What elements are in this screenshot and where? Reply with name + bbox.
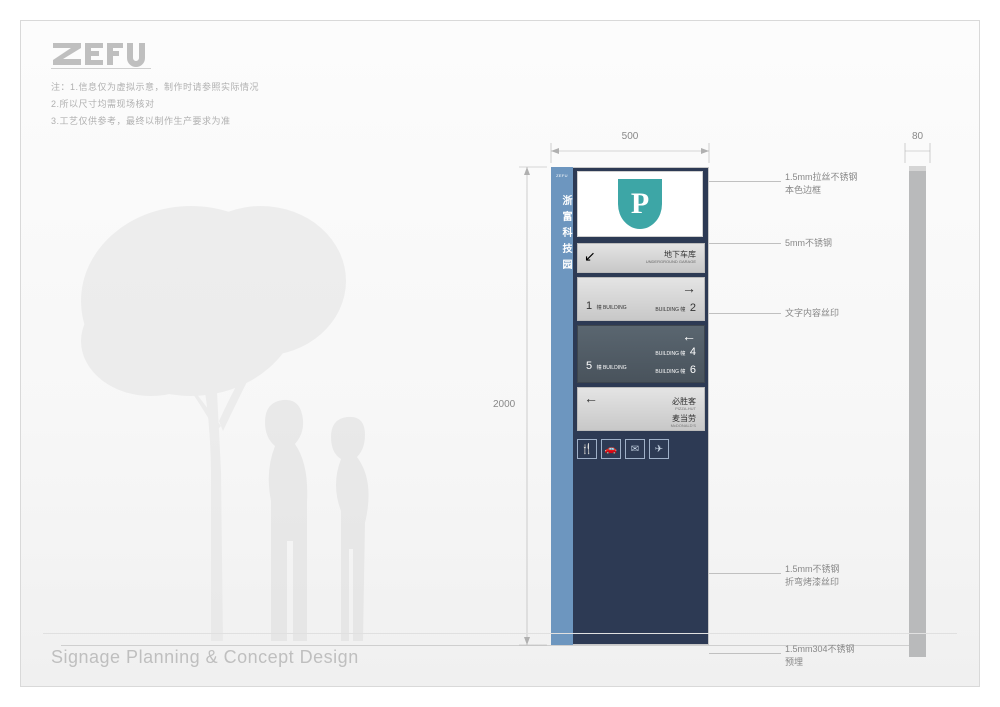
sideview-post	[909, 171, 926, 657]
arrow-icon: ↙	[584, 248, 596, 265]
leader-line	[709, 313, 781, 314]
note-line: 注：1.信息仅为虚拟示意，制作时请参照实际情况	[51, 79, 259, 96]
leader-line	[709, 573, 781, 574]
leader-line	[709, 653, 781, 654]
scene-silhouette	[61, 171, 481, 641]
slab-b4-b5-b6: ← BUILDING 幢 4 5 幢 BUILDING BUILDING 幢 6	[577, 325, 705, 383]
brand-mini: ZEFU	[554, 173, 570, 178]
callout-frame: 1.5mm拉丝不锈钢 本色边框	[785, 171, 858, 196]
leader-line	[709, 181, 781, 182]
arrow-icon: →	[682, 280, 696, 296]
dimension-width-label: 500	[551, 131, 709, 142]
note-line: 2.所以尺寸均需现场核对	[51, 96, 259, 113]
amenity-icons: 🍴 🚗 ✉ ✈	[577, 439, 705, 459]
footer-title: Signage Planning & Concept Design	[51, 647, 359, 668]
slab-garage: ↙ 地下车库 UNDERGROUND GARAGE	[577, 243, 705, 273]
restaurant-icon: 🍴	[577, 439, 597, 459]
dimension-height: 2000	[499, 167, 539, 645]
sign-left-bar: ZEFU 浙富科技园	[551, 167, 573, 645]
dimension-depth: 80	[905, 129, 930, 157]
dimension-width: 500	[551, 129, 709, 157]
sign-vertical-title: 浙富科技园	[551, 195, 573, 275]
mail-icon: ✉	[625, 439, 645, 459]
parking-panel: P	[577, 171, 703, 237]
dimension-height-label: 2000	[493, 399, 515, 410]
signboard: ZEFU 浙富科技园 P ↙ 地下车库 UNDERGROUND GARAGE →…	[551, 167, 709, 645]
page: 注：1.信息仅为虚拟示意，制作时请参照实际情况 2.所以尺寸均需现场核对 3.工…	[20, 20, 980, 687]
callout-steel: 5mm不锈钢	[785, 237, 832, 250]
callout-silkprint: 文字内容丝印	[785, 307, 839, 320]
notes-block: 注：1.信息仅为虚拟示意，制作时请参照实际情况 2.所以尺寸均需现场核对 3.工…	[51, 79, 259, 130]
brand-logo	[51, 35, 181, 69]
note-line: 3.工艺仅供参考，最终以制作生产要求为准	[51, 113, 259, 130]
slab-restaurants: ← 必胜客 PIZZA-HUT 麦当劳 McDONALD'S	[577, 387, 705, 431]
car-icon: 🚗	[601, 439, 621, 459]
slab-b1-b2: → 1 幢 BUILDING BUILDING 幢 2	[577, 277, 705, 321]
leader-line	[709, 243, 781, 244]
parking-icon: P	[618, 179, 662, 229]
footer-rule	[43, 633, 957, 634]
callout-embed: 1.5mm304不锈钢 预埋	[785, 643, 855, 668]
callout-bend: 1.5mm不锈钢 折弯烤漆丝印	[785, 563, 840, 588]
slab-en: UNDERGROUND GARAGE	[646, 260, 696, 265]
arrow-icon: ←	[584, 390, 598, 406]
dimension-depth-label: 80	[905, 131, 930, 142]
plane-icon: ✈	[649, 439, 669, 459]
